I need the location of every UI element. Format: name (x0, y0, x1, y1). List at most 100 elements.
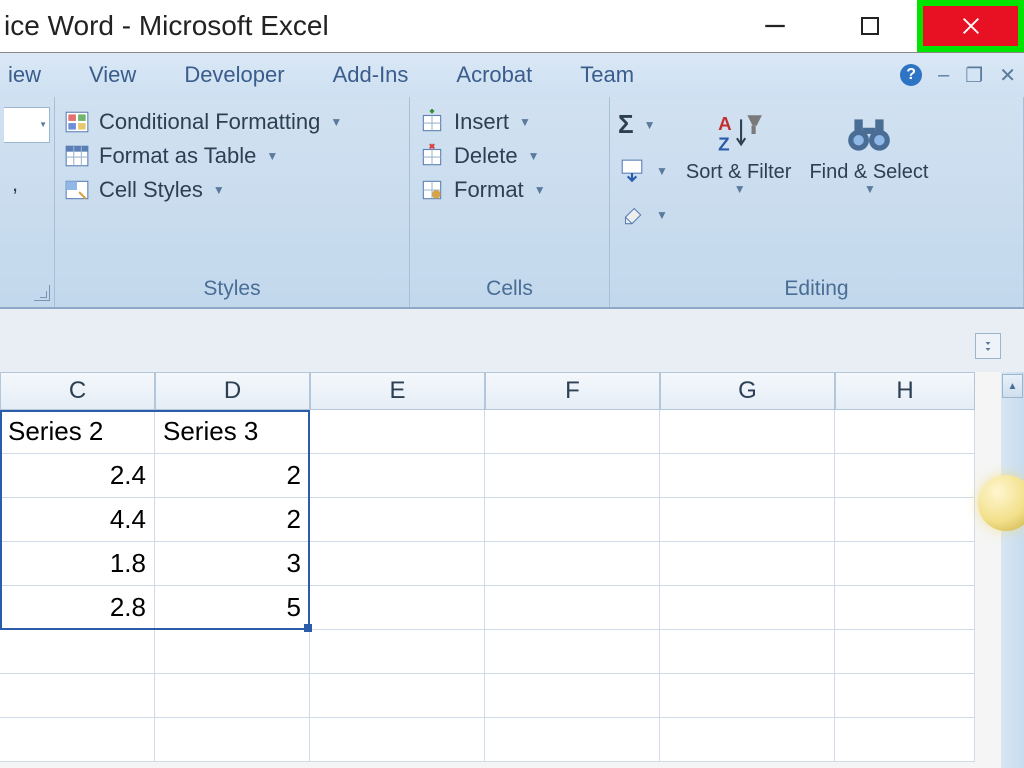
cell[interactable] (310, 674, 485, 718)
cell[interactable] (0, 718, 155, 762)
cell[interactable] (155, 674, 310, 718)
cell[interactable] (155, 718, 310, 762)
cell[interactable] (310, 410, 485, 454)
cell[interactable] (310, 542, 485, 586)
find-select-button[interactable]: Find & Select ▼ (809, 109, 928, 196)
cell[interactable] (485, 454, 660, 498)
cell[interactable]: 5 (155, 586, 310, 630)
cell[interactable] (660, 674, 835, 718)
column-header-E[interactable]: E (310, 372, 485, 410)
maximize-icon (861, 17, 879, 35)
cell[interactable]: 4.4 (0, 498, 155, 542)
chevron-down-icon: ▼ (519, 115, 531, 129)
column-header-H[interactable]: H (835, 372, 975, 410)
sort-filter-button[interactable]: AZ Sort & Filter ▼ (686, 109, 792, 196)
delete-button[interactable]: Delete ▼ (418, 143, 601, 169)
minimize-button[interactable] (727, 0, 822, 52)
mdi-minimize-button[interactable]: – (938, 64, 949, 87)
insert-button[interactable]: Insert ▼ (418, 109, 601, 135)
column-header-D[interactable]: D (155, 372, 310, 410)
cell[interactable] (835, 454, 975, 498)
chevron-down-icon: ▼ (656, 164, 668, 178)
window-controls (727, 0, 1024, 52)
cell[interactable] (0, 674, 155, 718)
column-header-C[interactable]: C (0, 372, 155, 410)
window-titlebar: ice Word - Microsoft Excel (0, 0, 1024, 53)
tab-view[interactable]: View (89, 62, 136, 88)
cell[interactable]: 1.8 (0, 542, 155, 586)
cell[interactable] (485, 498, 660, 542)
cell[interactable] (310, 586, 485, 630)
column-header-G[interactable]: G (660, 372, 835, 410)
cell[interactable] (660, 454, 835, 498)
cell[interactable] (155, 630, 310, 674)
tab-review-partial[interactable]: iew (8, 62, 41, 88)
cell[interactable] (0, 630, 155, 674)
cell[interactable] (660, 630, 835, 674)
cell[interactable]: 3 (155, 542, 310, 586)
cell[interactable]: 2 (155, 498, 310, 542)
cell[interactable] (835, 410, 975, 454)
tab-team[interactable]: Team (580, 62, 634, 88)
vertical-scrollbar[interactable]: ▲ (1001, 372, 1024, 768)
grid[interactable]: CDEFGH Series 2Series 32.424.421.832.85 (0, 372, 1001, 768)
cell[interactable] (660, 718, 835, 762)
group-launcher[interactable] (4, 281, 50, 301)
chevron-down-icon: ▼ (734, 183, 746, 196)
close-button[interactable] (923, 6, 1018, 46)
column-header-F[interactable]: F (485, 372, 660, 410)
mdi-close-button[interactable]: ✕ (999, 63, 1016, 88)
ribbon-group-styles: Conditional Formatting ▼ Format as Table… (55, 97, 410, 307)
cell[interactable] (310, 718, 485, 762)
comma-style-button[interactable]: , (4, 171, 50, 197)
cell[interactable] (835, 630, 975, 674)
chevron-down-icon: ▼ (656, 208, 668, 222)
tab-developer[interactable]: Developer (184, 62, 284, 88)
maximize-button[interactable] (822, 0, 917, 52)
tab-acrobat[interactable]: Acrobat (456, 62, 532, 88)
cell[interactable]: 2.8 (0, 586, 155, 630)
cell[interactable] (485, 718, 660, 762)
cell[interactable]: 2 (155, 454, 310, 498)
cell-styles-button[interactable]: Cell Styles ▼ (63, 177, 401, 203)
cell[interactable] (485, 674, 660, 718)
cell[interactable] (835, 542, 975, 586)
spreadsheet: CDEFGH Series 2Series 32.424.421.832.85 … (0, 372, 1024, 768)
clear-button[interactable]: ▼ (618, 202, 668, 228)
cell[interactable] (660, 542, 835, 586)
cell[interactable] (835, 718, 975, 762)
cell[interactable] (485, 410, 660, 454)
cell[interactable] (835, 498, 975, 542)
cell[interactable] (485, 542, 660, 586)
chevron-down-icon: ▼ (534, 183, 546, 197)
conditional-formatting-button[interactable]: Conditional Formatting ▼ (63, 109, 401, 135)
format-as-table-button[interactable]: Format as Table ▼ (63, 143, 401, 169)
cell[interactable] (660, 586, 835, 630)
cell[interactable] (485, 586, 660, 630)
scroll-up-button[interactable]: ▲ (1002, 374, 1023, 398)
row (0, 718, 1001, 762)
help-button[interactable]: ? (900, 64, 922, 86)
fill-button[interactable]: ▼ (618, 158, 668, 184)
cell[interactable]: 2.4 (0, 454, 155, 498)
cell[interactable] (310, 454, 485, 498)
tab-add-ins[interactable]: Add-Ins (333, 62, 409, 88)
cell[interactable] (835, 674, 975, 718)
cell[interactable] (660, 410, 835, 454)
chevron-down-icon: ▼ (528, 149, 540, 163)
row: 1.83 (0, 542, 1001, 586)
cell[interactable] (485, 630, 660, 674)
number-format-dropdown-partial[interactable] (4, 107, 50, 143)
cell[interactable] (660, 498, 835, 542)
ribbon-tabs: iew View Developer Add-Ins Acrobat Team (0, 62, 634, 88)
autosum-button[interactable]: Σ ▼ (618, 109, 668, 140)
format-button[interactable]: Format ▼ (418, 177, 601, 203)
cell[interactable] (310, 498, 485, 542)
mdi-restore-button[interactable]: ❐ (965, 63, 983, 88)
cell[interactable] (310, 630, 485, 674)
dialog-launcher-icon (34, 285, 50, 301)
cell[interactable]: Series 2 (0, 410, 155, 454)
cell[interactable] (835, 586, 975, 630)
cell[interactable]: Series 3 (155, 410, 310, 454)
expand-formula-bar-button[interactable] (975, 333, 1001, 359)
